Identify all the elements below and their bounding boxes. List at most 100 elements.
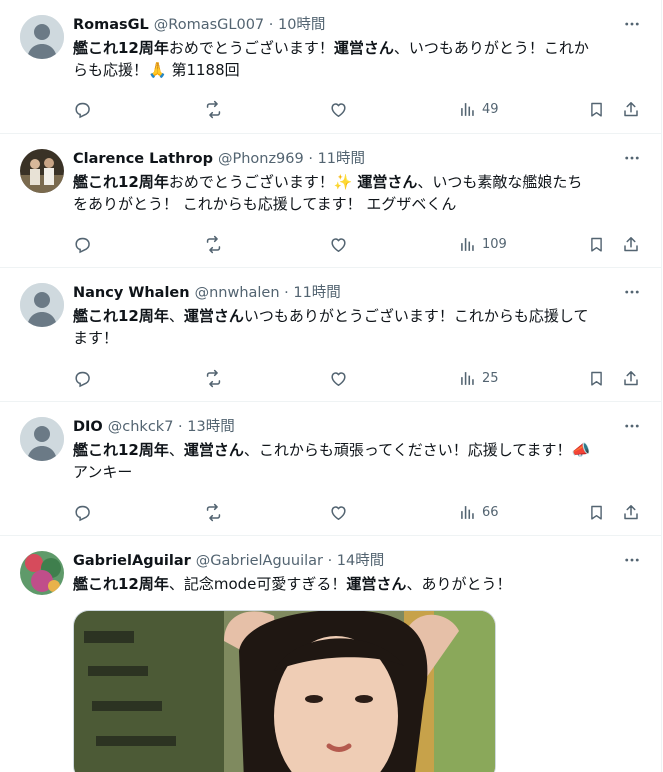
retweet-button[interactable] (203, 501, 224, 523)
tweet-text-line: アンキー (73, 461, 643, 483)
handle-and-time[interactable]: @chkck7 · 13時間 (108, 416, 235, 438)
display-name[interactable]: DIO (73, 416, 103, 438)
avatar[interactable] (20, 417, 64, 461)
tweet-text-line: 艦これ12周年、運営さん、これからも頑張ってください！応援してます！📣 (73, 439, 643, 461)
share-button[interactable] (622, 98, 640, 120)
more-icon[interactable] (621, 13, 643, 35)
avatar-image (20, 283, 64, 327)
timeline: RomasGL @RomasGL007 · 10時間 艦これ12周年おめでとうござい… (0, 0, 662, 772)
handle-and-time[interactable]: @Phonz969 · 11時間 (218, 148, 365, 170)
reply-button[interactable] (73, 367, 92, 389)
text-segment: いつもありがとうございます！これからも応援して (243, 307, 589, 325)
text-segment: アンキー (73, 463, 133, 481)
view-count: 66 (482, 504, 499, 520)
tweet-header: DIO @chkck7 · 13時間 (73, 416, 647, 438)
views-button[interactable]: 109 (459, 233, 507, 255)
like-icon (329, 235, 348, 254)
more-icon[interactable] (621, 281, 643, 303)
bold-text: 艦これ12周年 (73, 575, 169, 593)
text-segment: 、ありがとう！ (406, 575, 512, 593)
views-button[interactable]: 25 (459, 367, 499, 389)
text-segment: 、これからも頑張ってください！応援してます！📣 (243, 441, 591, 459)
reply-icon (73, 235, 92, 254)
views-button[interactable]: 66 (459, 501, 499, 523)
retweet-icon (203, 503, 224, 522)
avatar[interactable] (20, 283, 64, 327)
like-button[interactable] (329, 98, 348, 120)
reply-button[interactable] (73, 98, 92, 120)
like-icon (329, 369, 348, 388)
display-name[interactable]: GabrielAguilar (73, 550, 191, 572)
avatar[interactable] (20, 551, 64, 595)
tweet-media-photo[interactable] (73, 610, 496, 772)
tweet-text: 艦これ12周年おめでとうございます！運営さん、いつもありがとう！これか らも応援！… (73, 37, 643, 81)
display-name[interactable]: RomasGL (73, 14, 149, 36)
tweet[interactable]: Nancy Whalen @nnwhalen · 11時間 艦これ12周年、運営さん… (0, 268, 661, 402)
bookmark-button[interactable] (588, 233, 605, 255)
bold-text: 運営さん (183, 441, 244, 459)
tweet-text-line: らも応援！🙏 第1188回 (73, 59, 643, 81)
bold-text: 艦これ12周年 (73, 307, 169, 325)
tweet-actions: 109 (73, 233, 647, 255)
handle-and-time[interactable]: @nnwhalen · 11時間 (195, 282, 341, 304)
avatar-image (20, 417, 64, 461)
avatar[interactable] (20, 15, 64, 59)
tweet-text-line: 艦これ12周年、記念mode可愛すぎる！運営さん、ありがとう！ (73, 573, 643, 595)
like-icon (329, 503, 348, 522)
bold-text: 運営さん (183, 307, 244, 325)
like-button[interactable] (329, 233, 348, 255)
bookmark-icon (588, 100, 605, 119)
bookmark-button[interactable] (588, 367, 605, 389)
views-icon (459, 101, 476, 118)
like-button[interactable] (329, 501, 348, 523)
bold-text: 艦これ12周年 (73, 39, 169, 57)
tweet-text-line: をありがとう！ これからも応援してます！ エグザベくん (73, 193, 643, 215)
bold-text: 運営さん (346, 575, 407, 593)
retweet-button[interactable] (203, 367, 224, 389)
tweet-text-line: 艦これ12周年おめでとうございます！運営さん、いつもありがとう！これか (73, 37, 643, 59)
tweet-text: 艦これ12周年、運営さんいつもありがとうございます！これからも応援してます！ (73, 305, 643, 349)
share-icon (622, 100, 640, 119)
bold-text: 運営さん (333, 39, 394, 57)
display-name[interactable]: Clarence Lathrop (73, 148, 213, 170)
tweet-text-line: 艦これ12周年おめでとうございます！✨ 運営さん、いつも素敵な艦娘たち (73, 171, 643, 193)
bookmark-icon (588, 369, 605, 388)
tweet-actions: 49 (73, 98, 647, 120)
share-button[interactable] (622, 233, 640, 255)
handle-and-time[interactable]: @GabrielAguuilar · 14時間 (196, 550, 384, 572)
bookmark-button[interactable] (588, 98, 605, 120)
more-icon[interactable] (621, 147, 643, 169)
bookmark-button[interactable] (588, 501, 605, 523)
reply-button[interactable] (73, 501, 92, 523)
tweet[interactable]: DIO @chkck7 · 13時間 艦これ12周年、運営さん、これからも頑張ってく… (0, 402, 661, 536)
avatar-image (20, 15, 64, 59)
avatar[interactable] (20, 149, 64, 193)
text-segment: 、 (168, 307, 184, 325)
text-segment: 、 (168, 441, 184, 459)
handle-and-time[interactable]: @RomasGL007 · 10時間 (154, 14, 326, 36)
retweet-button[interactable] (203, 233, 224, 255)
tweet-actions: 25 (73, 367, 647, 389)
views-button[interactable]: 49 (459, 98, 499, 120)
tweet-header: RomasGL @RomasGL007 · 10時間 (73, 14, 647, 36)
share-button[interactable] (622, 367, 640, 389)
tweet[interactable]: RomasGL @RomasGL007 · 10時間 艦これ12周年おめでとうござい… (0, 0, 661, 134)
tweet[interactable]: Clarence Lathrop @Phonz969 · 11時間 艦これ12周年お… (0, 134, 661, 268)
reply-button[interactable] (73, 233, 92, 255)
like-icon (329, 100, 348, 119)
views-icon (459, 236, 476, 253)
share-button[interactable] (622, 501, 640, 523)
text-segment: をありがとう！ これからも応援してます！ エグザベくん (73, 195, 457, 213)
more-icon[interactable] (621, 549, 643, 571)
more-icon[interactable] (621, 415, 643, 437)
tweet-header: Clarence Lathrop @Phonz969 · 11時間 (73, 148, 647, 170)
tweet-text: 艦これ12周年、記念mode可愛すぎる！運営さん、ありがとう！ (73, 573, 643, 595)
text-segment: 、記念mode可愛すぎる！ (168, 575, 347, 593)
like-button[interactable] (329, 367, 348, 389)
reply-icon (73, 503, 92, 522)
text-segment: 、いつも素敵な艦娘たち (417, 173, 583, 191)
retweet-button[interactable] (203, 98, 224, 120)
tweet-text-line: ます！ (73, 327, 643, 349)
display-name[interactable]: Nancy Whalen (73, 282, 190, 304)
share-icon (622, 503, 640, 522)
